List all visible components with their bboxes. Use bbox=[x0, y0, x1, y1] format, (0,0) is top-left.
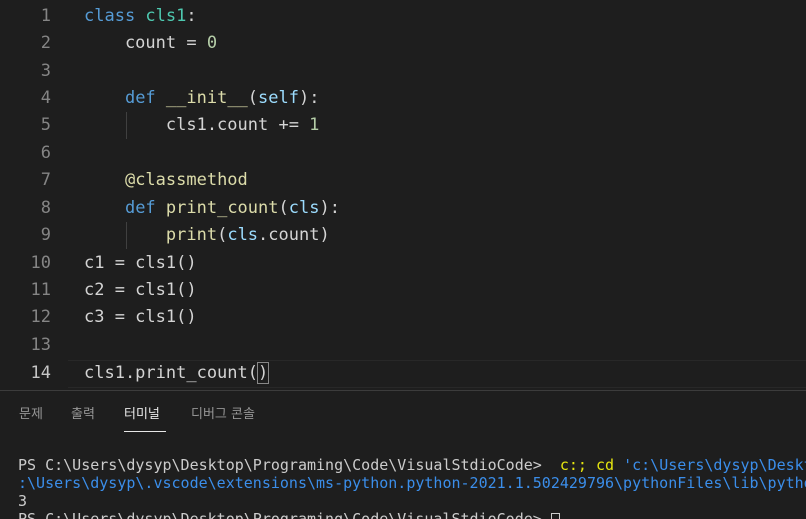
line-number: 8 bbox=[0, 195, 51, 222]
code-line[interactable]: 9 print(cls.count) bbox=[0, 222, 806, 249]
line-number: 6 bbox=[0, 140, 51, 167]
line-number: 14 bbox=[0, 360, 51, 387]
code-token: self bbox=[258, 88, 299, 108]
line-number: 7 bbox=[0, 167, 51, 194]
tab-output[interactable]: 출력 bbox=[71, 403, 95, 422]
code-line[interactable]: 2 count = 0 bbox=[0, 30, 806, 57]
code-token: c3 = cls1() bbox=[84, 307, 197, 327]
code-token: c1 = cls1() bbox=[84, 253, 197, 273]
terminal-cursor bbox=[551, 513, 560, 519]
code-line[interactable]: 1 class cls1: bbox=[0, 3, 806, 30]
code-token: 1 bbox=[309, 115, 319, 135]
bottom-panel: 문제 출력 터미널 디버그 콘솔 PS C:\Users\dysyp\Deskt… bbox=[0, 390, 806, 519]
code-token: count = bbox=[84, 33, 207, 53]
terminal-prompt: PS C:\Users\dysyp\Desktop\Programing\Cod… bbox=[18, 456, 551, 474]
code-token bbox=[84, 170, 125, 190]
code-token: def bbox=[125, 88, 166, 108]
code-token bbox=[84, 225, 166, 245]
code-token: class bbox=[84, 6, 145, 26]
code-text: print(cls.count) bbox=[84, 222, 330, 249]
code-token: : bbox=[186, 6, 196, 26]
code-token: ): bbox=[319, 198, 339, 218]
line-number: 4 bbox=[0, 85, 51, 112]
line-number: 11 bbox=[0, 277, 51, 304]
code-text: @classmethod bbox=[84, 167, 248, 194]
code-line[interactable]: 8 def print_count(cls): bbox=[0, 195, 806, 222]
code-token: print bbox=[166, 225, 217, 245]
code-line[interactable]: 14 cls1.print_count() bbox=[0, 360, 806, 387]
code-line[interactable]: 6 bbox=[0, 140, 806, 167]
code-token: ( bbox=[217, 225, 227, 245]
terminal-output: 3 bbox=[18, 492, 27, 510]
code-text: c1 = cls1() bbox=[84, 250, 197, 277]
code-text: cls1.print_count() bbox=[84, 360, 268, 387]
code-token: cls bbox=[289, 198, 320, 218]
code-line[interactable]: 10 c1 = cls1() bbox=[0, 250, 806, 277]
code-token: def bbox=[125, 198, 166, 218]
code-text: c2 = cls1() bbox=[84, 277, 197, 304]
code-token bbox=[84, 88, 125, 108]
terminal-path: 'c:\Users\dysyp\Desktop\Programi bbox=[623, 456, 806, 474]
line-number: 9 bbox=[0, 222, 51, 249]
code-token bbox=[84, 198, 125, 218]
terminal-line-2[interactable]: :\Users\dysyp\.vscode\extensions\ms-pyth… bbox=[18, 474, 806, 492]
code-token: print_count bbox=[166, 198, 279, 218]
code-text: count = 0 bbox=[84, 30, 217, 57]
code-text: class cls1: bbox=[84, 3, 197, 30]
code-token: ( bbox=[248, 88, 258, 108]
line-number: 13 bbox=[0, 332, 51, 359]
code-token: ( bbox=[279, 198, 289, 218]
code-token: 0 bbox=[207, 33, 217, 53]
code-line[interactable]: 13 bbox=[0, 332, 806, 359]
code-line[interactable]: 3 bbox=[0, 58, 806, 85]
code-token: .count) bbox=[258, 225, 330, 245]
code-token: __init__ bbox=[166, 88, 248, 108]
code-token: ): bbox=[299, 88, 319, 108]
line-number: 1 bbox=[0, 3, 51, 30]
tab-terminal[interactable]: 터미널 bbox=[124, 403, 160, 422]
code-token: ) bbox=[258, 363, 268, 383]
code-text: c3 = cls1() bbox=[84, 304, 197, 331]
code-token: cls bbox=[227, 225, 258, 245]
code-text: def __init__(self): bbox=[84, 85, 319, 112]
panel-tabs: 문제 출력 터미널 디버그 콘솔 bbox=[0, 391, 806, 433]
line-number: 10 bbox=[0, 250, 51, 277]
code-text: cls1.count += 1 bbox=[84, 112, 319, 139]
line-number: 12 bbox=[0, 304, 51, 331]
code-token: cls1.print_count( bbox=[84, 363, 258, 383]
code-token: @classmethod bbox=[125, 170, 248, 190]
line-number: 5 bbox=[0, 112, 51, 139]
code-token: c2 = cls1() bbox=[84, 280, 197, 300]
code-line[interactable]: 11 c2 = cls1() bbox=[0, 277, 806, 304]
line-number: 3 bbox=[0, 58, 51, 85]
terminal-line-1[interactable]: PS C:\Users\dysyp\Desktop\Programing\Cod… bbox=[18, 456, 806, 474]
terminal-command: c:; cd bbox=[551, 456, 623, 474]
line-number: 2 bbox=[0, 30, 51, 57]
code-editor[interactable]: 1class cls1:2 count = 034 def __init__(s… bbox=[0, 0, 806, 390]
tab-problems[interactable]: 문제 bbox=[19, 403, 43, 422]
active-tab-indicator bbox=[124, 431, 166, 432]
code-line[interactable]: 4 def __init__(self): bbox=[0, 85, 806, 112]
code-token: cls1.count += bbox=[84, 115, 309, 135]
code-text: def print_count(cls): bbox=[84, 195, 340, 222]
code-line[interactable]: 5 cls1.count += 1 bbox=[0, 112, 806, 139]
code-token: cls1 bbox=[145, 6, 186, 26]
code-line[interactable]: 12 c3 = cls1() bbox=[0, 304, 806, 331]
code-line[interactable]: 7 @classmethod bbox=[0, 167, 806, 194]
tab-debug-console[interactable]: 디버그 콘솔 bbox=[191, 403, 255, 422]
